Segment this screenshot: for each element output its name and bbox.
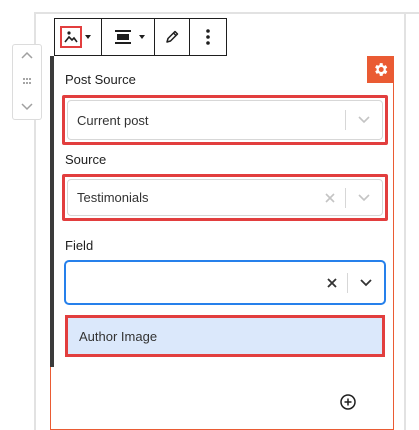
post-source-value: Current post (77, 112, 149, 128)
source-value: Testimonials (77, 190, 149, 205)
close-icon (325, 192, 335, 203)
source-clear-button[interactable] (315, 192, 345, 203)
chevron-down-icon (358, 193, 370, 201)
gear-icon (375, 63, 388, 76)
editor-canvas-border-top (34, 12, 419, 14)
field-dropdown-toggle[interactable] (348, 278, 384, 287)
chevron-up-icon (21, 51, 33, 59)
dropdown-option-label: Author Image (79, 328, 158, 344)
post-source-label: Post Source (65, 72, 136, 87)
pencil-icon (166, 30, 179, 43)
settings-button[interactable] (367, 56, 394, 83)
move-down-button[interactable] (13, 103, 41, 111)
more-options-button[interactable] (205, 19, 211, 55)
post-source-select[interactable]: Current post (67, 100, 383, 140)
more-vertical-icon (206, 29, 211, 45)
field-label: Field (65, 238, 94, 253)
block-type-button[interactable] (60, 19, 91, 55)
block-toolbar (54, 18, 227, 56)
chevron-down-icon (358, 116, 370, 124)
drag-handle[interactable] (13, 77, 41, 85)
chevron-down-icon (21, 103, 33, 111)
align-center-icon (115, 30, 132, 44)
block-mover (12, 44, 42, 120)
close-icon (327, 277, 337, 288)
drag-handle-icon (23, 78, 31, 84)
chevron-down-icon (360, 278, 372, 286)
post-source-dropdown-toggle[interactable] (346, 116, 382, 124)
align-button[interactable] (113, 19, 146, 55)
edit-button[interactable] (164, 19, 180, 55)
add-block-button[interactable] (339, 393, 357, 411)
source-label: Source (65, 152, 107, 167)
chevron-down-icon (139, 35, 146, 39)
chevron-down-icon (85, 35, 91, 39)
field-select[interactable] (65, 261, 385, 304)
image-icon (60, 26, 82, 48)
move-up-button[interactable] (13, 51, 41, 59)
source-dropdown-toggle[interactable] (346, 193, 382, 202)
block-selection-bar (50, 56, 54, 367)
editor-canvas-border-right (404, 12, 406, 430)
dropdown-option-author-image[interactable]: Author Image (65, 315, 385, 357)
source-select[interactable]: Testimonials (67, 179, 383, 216)
field-clear-button[interactable] (317, 277, 347, 288)
plus-circle-icon (340, 394, 356, 410)
